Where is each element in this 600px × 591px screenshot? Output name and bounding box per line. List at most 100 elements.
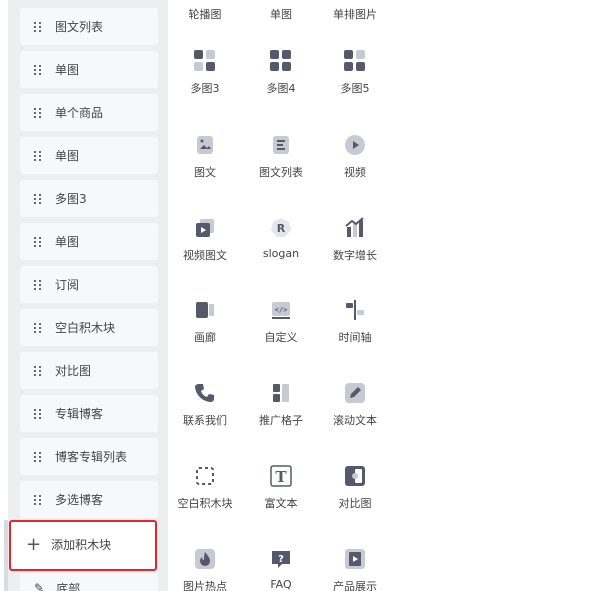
component-slogan[interactable]: R slogan: [244, 217, 318, 260]
dashed-box-icon: [194, 465, 216, 487]
left-strip: [0, 0, 8, 591]
block-item[interactable]: 多选博客: [20, 481, 158, 518]
component-contact-us[interactable]: 联系我们: [168, 382, 242, 428]
block-item-label: 单个商品: [55, 106, 104, 120]
component-label: 数字增长: [333, 249, 377, 262]
component-video[interactable]: 视频: [318, 134, 390, 180]
component-label: 时间轴: [338, 331, 372, 344]
drag-handle-icon[interactable]: [34, 150, 41, 161]
component-product-showcase[interactable]: 产品展示: [318, 548, 390, 591]
block-item-label: 多选博客: [55, 493, 104, 507]
component-label[interactable]: 单排图片: [318, 6, 390, 22]
block-item[interactable]: 订阅: [20, 266, 158, 303]
grid-icon: [194, 50, 216, 72]
add-block-button[interactable]: + 添加积木块: [12, 526, 150, 563]
drag-handle-icon[interactable]: [34, 21, 41, 32]
rich-text-icon: T: [270, 465, 292, 487]
block-item[interactable]: 单个商品: [20, 94, 158, 131]
component-label: 图文列表: [259, 166, 303, 179]
add-block-label: 添加积木块: [51, 538, 112, 552]
component-label: 对比图: [338, 497, 372, 510]
block-item-label: 博客专辑列表: [55, 450, 128, 464]
component-blank-block[interactable]: 空白积木块: [168, 465, 242, 511]
drag-handle-icon[interactable]: [34, 451, 41, 462]
component-label: 自定义: [264, 331, 298, 344]
drag-handle-icon[interactable]: [34, 64, 41, 75]
slogan-icon: R: [270, 217, 292, 239]
component-number-growth[interactable]: 数字增长: [318, 217, 390, 263]
drag-handle-icon[interactable]: [34, 107, 41, 118]
component-image-hotspot[interactable]: 图片热点: [168, 548, 242, 591]
component-gallery[interactable]: 画廊: [168, 299, 242, 345]
component-label: 图文: [194, 166, 216, 179]
component-label: 产品展示: [333, 580, 377, 591]
showcase-icon: [344, 548, 366, 570]
component-label: 多图5: [340, 82, 370, 95]
pencil-icon: [344, 382, 366, 404]
block-item[interactable]: 图文列表: [20, 8, 158, 45]
component-label: 视频: [344, 166, 366, 179]
component-video-text[interactable]: 视频图文: [168, 217, 242, 263]
drag-handle-icon[interactable]: [34, 408, 41, 419]
block-item[interactable]: 专辑博客: [20, 395, 158, 432]
component-label[interactable]: 轮播图: [168, 6, 242, 22]
block-item-label: 订阅: [55, 278, 80, 292]
grid-icon: [270, 50, 292, 72]
component-label: 视频图文: [183, 249, 227, 262]
block-item-label: 对比图: [55, 364, 92, 378]
component-label: 多图3: [190, 82, 220, 95]
code-icon: </>: [270, 299, 292, 321]
component-multi-image-4[interactable]: 多图4: [244, 50, 318, 96]
footer-block-item[interactable]: ✎ 底部: [20, 573, 158, 591]
component-label: 富文本: [264, 497, 298, 510]
component-label: 多图4: [266, 82, 296, 95]
component-label: 画廊: [194, 331, 216, 344]
timeline-icon: [344, 299, 366, 321]
block-item[interactable]: 对比图: [20, 352, 158, 389]
component-timeline[interactable]: 时间轴: [318, 299, 390, 345]
drag-handle-icon[interactable]: [34, 494, 41, 505]
component-image-text[interactable]: 图文: [168, 134, 242, 180]
block-item[interactable]: 单图: [20, 51, 158, 88]
block-item[interactable]: 单图: [20, 223, 158, 260]
block-item[interactable]: 空白积木块: [20, 309, 158, 346]
block-item-label: 单图: [55, 63, 80, 77]
component-label: 图片热点: [183, 580, 227, 591]
flame-icon: [194, 548, 216, 570]
component-image-text-list[interactable]: 图文列表: [244, 134, 318, 180]
component-rich-text[interactable]: T 富文本: [244, 465, 318, 511]
svg-text:R: R: [277, 222, 286, 235]
component-label: FAQ: [270, 578, 292, 591]
block-item[interactable]: 博客专辑列表: [20, 438, 158, 475]
video-text-icon: [194, 217, 216, 239]
block-item[interactable]: 单图: [20, 137, 158, 174]
block-item-label: 单图: [55, 149, 80, 163]
component-compare[interactable]: 对比图: [318, 465, 390, 511]
svg-text:T: T: [275, 468, 287, 486]
block-item[interactable]: 多图3: [20, 180, 158, 217]
component-label: slogan: [262, 247, 300, 260]
component-custom[interactable]: </> 自定义: [244, 299, 318, 345]
component-faq[interactable]: ? FAQ: [244, 548, 318, 591]
component-multi-image-5[interactable]: 多图5: [318, 50, 390, 96]
drag-handle-icon[interactable]: [34, 236, 41, 247]
component-multi-image-3[interactable]: 多图3: [168, 50, 242, 96]
list-icon: [270, 134, 292, 156]
drag-handle-icon[interactable]: [34, 365, 41, 376]
compare-icon: [344, 465, 366, 487]
promo-grid-icon: [270, 382, 292, 404]
faq-icon: ?: [270, 548, 292, 570]
drag-handle-icon[interactable]: [34, 322, 41, 333]
svg-text:</>: </>: [275, 306, 288, 314]
component-scrolling-text[interactable]: 滚动文本: [318, 382, 390, 428]
drag-handle-icon[interactable]: [34, 279, 41, 290]
grid-icon: [344, 50, 366, 72]
drag-handle-icon[interactable]: [34, 193, 41, 204]
component-label: 空白积木块: [177, 497, 233, 510]
phone-icon: [194, 382, 216, 404]
plus-icon: +: [26, 533, 42, 555]
component-promo-grid[interactable]: 推广格子: [244, 382, 318, 428]
component-label[interactable]: 单图: [244, 6, 318, 22]
block-item-label: 空白积木块: [55, 321, 116, 335]
component-label: 推广格子: [259, 414, 303, 427]
